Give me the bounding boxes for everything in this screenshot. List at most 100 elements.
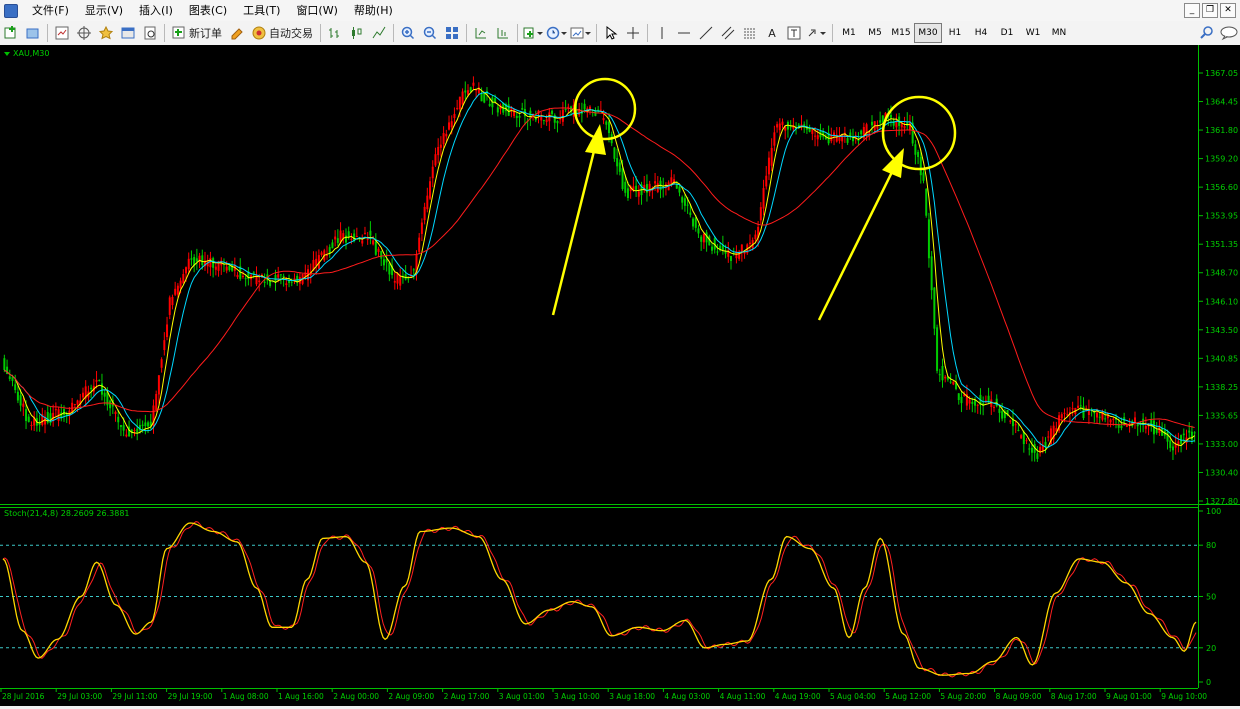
- candle-body: [583, 103, 586, 110]
- chart-window[interactable]: XAU,M30 Stoch(21,4,8) 28.2609 26.3881 13…: [0, 45, 1240, 706]
- metaeditor-icon[interactable]: [227, 23, 247, 43]
- candle-body: [1060, 414, 1063, 419]
- search-icon[interactable]: [1197, 23, 1217, 43]
- candle-body: [182, 274, 185, 284]
- templates-icon[interactable]: [570, 23, 592, 43]
- candle-body: [553, 114, 556, 123]
- auto-trading-button[interactable]: 自动交易: [249, 23, 316, 43]
- menu-chart[interactable]: 图表(C): [181, 0, 235, 21]
- candlestick-icon[interactable]: [347, 23, 367, 43]
- candle-body: [767, 157, 770, 175]
- menu-file[interactable]: 文件(F): [24, 0, 77, 21]
- crosshair-icon[interactable]: [623, 23, 643, 43]
- candle-body: [1104, 418, 1107, 420]
- price-chart-svg[interactable]: XAU,M30 Stoch(21,4,8) 28.2609 26.3881 13…: [0, 45, 1240, 706]
- fibonacci-icon[interactable]: [740, 23, 760, 43]
- candle-body: [930, 256, 933, 291]
- timeframe-h1[interactable]: H1: [942, 24, 968, 42]
- close-button[interactable]: ✕: [1220, 3, 1236, 18]
- tile-windows-icon[interactable]: [442, 23, 462, 43]
- candle-body: [800, 124, 803, 126]
- menu-view[interactable]: 显示(V): [77, 0, 131, 21]
- candle-body: [914, 144, 917, 155]
- new-order-button[interactable]: 新订单: [169, 23, 225, 43]
- candle-body: [119, 425, 122, 427]
- profiles-icon[interactable]: [23, 23, 43, 43]
- bar-chart-icon[interactable]: [325, 23, 345, 43]
- price-label: 1346.10: [1205, 297, 1238, 306]
- candle-body: [1022, 431, 1025, 445]
- candle-body: [770, 147, 773, 166]
- menu-window[interactable]: 窗口(W): [288, 0, 345, 21]
- text-label-icon[interactable]: [784, 23, 804, 43]
- candle-body: [613, 147, 616, 159]
- toolbar: 新订单 自动交易 A M1 M5 M15 M30 H1 H4 D1 W1 MN: [0, 21, 1240, 46]
- price-label: 1359.20: [1205, 155, 1238, 164]
- timeframe-m15[interactable]: M15: [888, 24, 914, 42]
- candle-body: [1066, 414, 1069, 416]
- candle-body: [3, 358, 6, 370]
- indicators-icon[interactable]: [522, 23, 544, 43]
- candle-body: [1120, 425, 1123, 429]
- candle-body: [976, 404, 979, 406]
- channel-icon[interactable]: [718, 23, 738, 43]
- candle-body: [936, 327, 939, 371]
- line-chart-icon[interactable]: [369, 23, 389, 43]
- menu-tools[interactable]: 工具(T): [235, 0, 288, 21]
- candle-body: [382, 259, 385, 266]
- candle-body: [1188, 430, 1191, 433]
- timeframe-h4[interactable]: H4: [968, 24, 994, 42]
- timeframe-m1[interactable]: M1: [836, 24, 862, 42]
- menu-insert[interactable]: 插入(I): [131, 0, 181, 21]
- vertical-line-icon[interactable]: [652, 23, 672, 43]
- menu-help[interactable]: 帮助(H): [346, 0, 401, 21]
- horizontal-line-icon[interactable]: [674, 23, 694, 43]
- arrows-icon[interactable]: [806, 23, 828, 43]
- candle-body: [282, 275, 285, 278]
- strategy-tester-icon[interactable]: [140, 23, 160, 43]
- zoom-in-icon[interactable]: [398, 23, 418, 43]
- timeframe-m30[interactable]: M30: [914, 23, 942, 43]
- favorites-icon[interactable]: [96, 23, 116, 43]
- timeframe-mn[interactable]: MN: [1046, 24, 1072, 42]
- timeframe-d1[interactable]: D1: [994, 24, 1020, 42]
- candle-body: [95, 379, 98, 382]
- candle-body: [618, 162, 621, 172]
- cursor-icon[interactable]: [601, 23, 621, 43]
- candle-body: [1030, 447, 1033, 453]
- zoom-out-icon[interactable]: [420, 23, 440, 43]
- candle-body: [1109, 419, 1112, 423]
- candle-body: [114, 411, 117, 415]
- market-watch-icon[interactable]: [52, 23, 72, 43]
- candle-body: [648, 183, 651, 193]
- timeframe-m5[interactable]: M5: [862, 24, 888, 42]
- navigator-icon[interactable]: [74, 23, 94, 43]
- auto-scroll-icon[interactable]: [471, 23, 491, 43]
- price-label: 1361.80: [1205, 126, 1238, 135]
- toolbar-separator: [832, 24, 833, 42]
- periods-icon[interactable]: [546, 23, 568, 43]
- candle-body: [461, 91, 464, 105]
- trendline-icon[interactable]: [696, 23, 716, 43]
- stoch-level-label: 20: [1206, 644, 1216, 653]
- candle-body: [895, 121, 898, 128]
- candle-body: [616, 158, 619, 167]
- candle-body: [168, 297, 171, 315]
- terminal-icon[interactable]: [118, 23, 138, 43]
- timeframe-w1[interactable]: W1: [1020, 24, 1046, 42]
- candle-body: [418, 237, 421, 252]
- candle-body: [1017, 429, 1020, 431]
- price-label: 1351.35: [1205, 240, 1238, 249]
- restore-button[interactable]: ❐: [1202, 3, 1218, 18]
- candle-body: [754, 234, 757, 240]
- text-tool-icon[interactable]: A: [762, 23, 782, 43]
- toolbar-separator: [466, 24, 467, 42]
- stoch-level-label: 80: [1206, 541, 1216, 550]
- new-chart-icon[interactable]: [1, 23, 21, 43]
- candle-body: [1171, 446, 1174, 451]
- chart-shift-icon[interactable]: [493, 23, 513, 43]
- minimize-button[interactable]: _: [1184, 3, 1200, 18]
- candle-body: [144, 422, 147, 426]
- candle-body: [399, 276, 402, 286]
- chat-icon[interactable]: [1219, 23, 1239, 43]
